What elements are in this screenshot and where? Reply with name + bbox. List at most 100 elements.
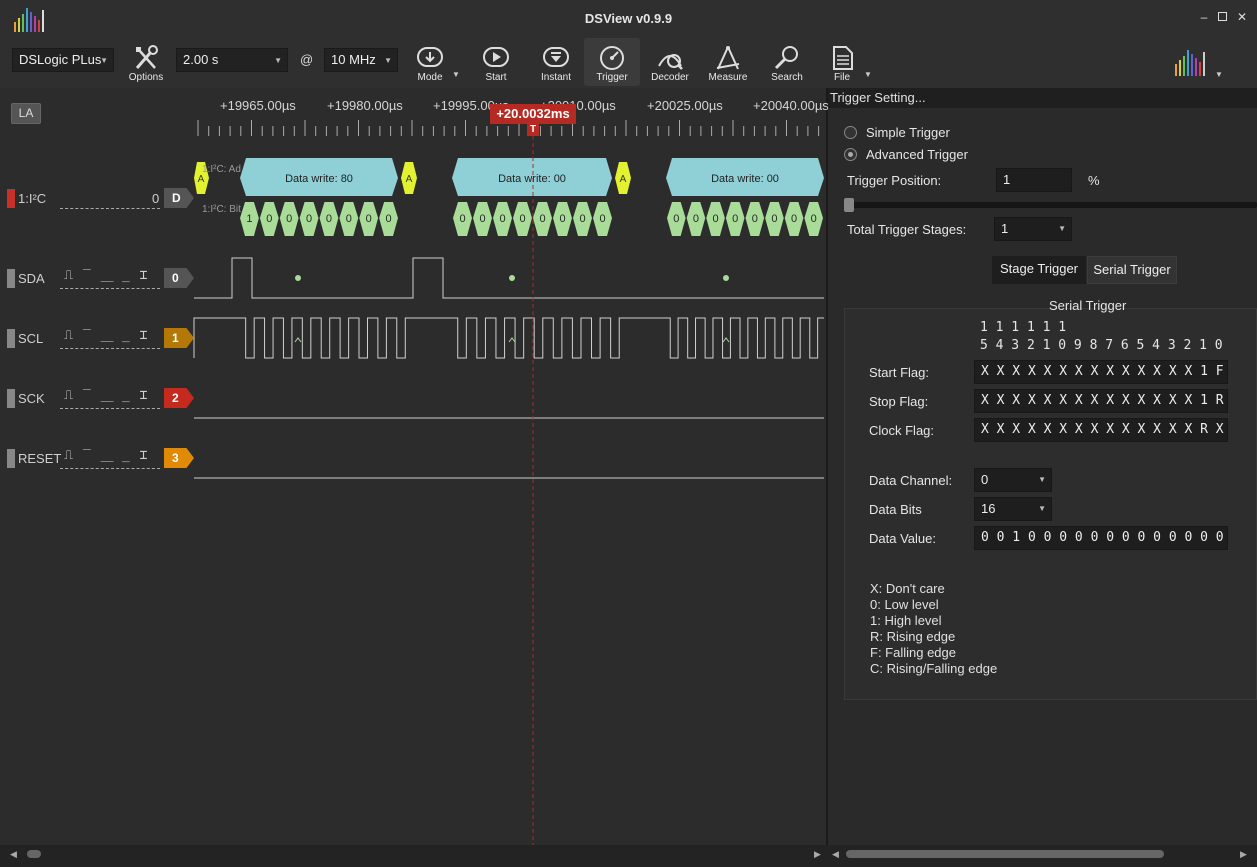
bit-label: 0 <box>791 213 797 225</box>
start-flag-input[interactable]: X X X X X X X X X X X X X X 1 F <box>974 360 1228 384</box>
bit-label: 0 <box>579 213 585 225</box>
bit-label: 0 <box>693 213 699 225</box>
bit-label: 0 <box>326 213 332 225</box>
trigger-position-slider-track[interactable] <box>844 202 1257 208</box>
sda-sample-dot <box>723 275 729 281</box>
clock-flag-label: Clock Flag: <box>869 423 935 438</box>
bit-label: 0 <box>539 213 545 225</box>
sda-sample-dot <box>509 275 515 281</box>
channel-label-sda[interactable]: SDA <box>18 271 45 286</box>
channel-color-swatch[interactable] <box>7 449 15 468</box>
data-channel-value: 0 <box>981 472 989 487</box>
bit-index-header-bottom: 5 4 3 2 1 0 9 8 7 6 5 4 3 2 1 0 <box>980 338 1223 353</box>
data-value-input[interactable]: 0 0 1 0 0 0 0 0 0 0 0 0 0 0 0 0 <box>974 526 1228 550</box>
bit-label: 0 <box>732 213 738 225</box>
trigger-cursor-marker[interactable]: T <box>527 124 539 136</box>
instant-button[interactable]: Instant <box>528 38 584 86</box>
logo-dropdown-icon[interactable]: ▼ <box>1215 70 1223 79</box>
file-icon <box>833 46 853 70</box>
play-icon <box>483 47 509 67</box>
tab-stage-trigger[interactable]: Stage Trigger <box>992 256 1086 284</box>
total-stages-select[interactable]: 1 ▼ <box>994 217 1072 241</box>
trigger-edge-icons[interactable]: ⎍ ‾ ⎽ _ ⌶ <box>64 448 148 463</box>
download-circle-icon <box>417 47 443 67</box>
decoder-label: Decoder <box>651 72 689 83</box>
start-button[interactable]: Start <box>468 38 524 86</box>
measure-button[interactable]: Measure <box>700 38 756 86</box>
compass-icon <box>716 46 740 70</box>
trigger-position-slider-handle[interactable] <box>844 198 854 212</box>
data-bits-select[interactable]: 16 ▼ <box>974 497 1052 521</box>
trigger-position-label: Trigger Position: <box>847 173 942 188</box>
duration-select[interactable]: 2.00 s ▼ <box>176 48 288 72</box>
tab-serial-trigger[interactable]: Serial Trigger <box>1087 256 1177 284</box>
minimize-icon[interactable]: – <box>1198 11 1210 23</box>
total-stages-value: 1 <box>1001 221 1009 236</box>
options-button[interactable]: Options <box>118 38 174 86</box>
legend-line: 1: High level <box>870 613 942 628</box>
samplerate-select[interactable]: 10 MHz ▼ <box>324 48 398 72</box>
trigger-cursor-label[interactable]: +20.0032ms <box>490 104 576 124</box>
file-button[interactable]: File <box>814 38 870 86</box>
bit-label: 0 <box>459 213 465 225</box>
close-icon[interactable]: ✕ <box>1236 11 1248 23</box>
data-channel-select[interactable]: 0 ▼ <box>974 468 1052 492</box>
brand-logo-icon <box>1175 46 1205 76</box>
channel-color-swatch[interactable] <box>7 189 15 208</box>
mode-dropdown-icon[interactable]: ▼ <box>452 70 460 79</box>
channel-label-scl[interactable]: SCL <box>18 331 43 346</box>
decoder-row-prefix: 1:I²C: Ad <box>202 164 241 175</box>
samplerate-value: 10 MHz <box>331 52 376 67</box>
trigger-button[interactable]: Trigger <box>584 38 640 86</box>
data-frame-label: Data write: 00 <box>498 173 566 185</box>
device-select-value: DSLogic PLus <box>19 52 102 67</box>
channel-color-swatch[interactable] <box>7 269 15 288</box>
panel-hscrollbar-handle[interactable] <box>846 850 1164 858</box>
bit-label: 0 <box>771 213 777 225</box>
bit-label: 0 <box>713 213 719 225</box>
simple-trigger-radio[interactable] <box>844 126 857 139</box>
channel-color-swatch[interactable] <box>7 389 15 408</box>
bit-label: 0 <box>673 213 679 225</box>
scl-rising-marker <box>722 337 730 343</box>
mode-button[interactable]: Mode <box>402 38 458 86</box>
file-label: File <box>833 72 851 83</box>
legend-line: R: Rising edge <box>870 629 956 644</box>
stop-flag-input[interactable]: X X X X X X X X X X X X X X 1 R <box>974 389 1228 413</box>
channel-color-swatch[interactable] <box>7 329 15 348</box>
panel-scroll-left-icon[interactable]: ◀ <box>832 849 839 860</box>
wave-hscrollbar-handle[interactable] <box>27 850 41 858</box>
window-title: DSView v0.9.9 <box>584 11 673 26</box>
trigger-position-unit: % <box>1088 173 1100 188</box>
channel-divider <box>60 288 160 289</box>
simple-trigger-label[interactable]: Simple Trigger <box>866 125 950 140</box>
decoder-button[interactable]: Decoder <box>642 38 698 86</box>
waveform-canvas[interactable]: A1:I²C: Ad1:I²C: BitData write: 80 A Data … <box>0 88 826 845</box>
advanced-trigger-radio[interactable] <box>844 148 857 161</box>
panel-scroll-right-icon[interactable]: ▶ <box>1240 849 1247 860</box>
clock-flag-input[interactable]: X X X X X X X X X X X X X X R X <box>974 418 1228 442</box>
advanced-trigger-label[interactable]: Advanced Trigger <box>866 147 968 162</box>
data-frame-label: Data write: 00 <box>711 173 779 185</box>
ack-label: A <box>198 174 205 185</box>
channel-label-reset[interactable]: RESET <box>18 451 61 466</box>
scroll-left-icon[interactable]: ◀ <box>10 849 17 860</box>
at-label: @ <box>300 52 314 67</box>
trigger-position-input[interactable]: 1 <box>996 168 1072 192</box>
trigger-edge-icons[interactable]: ⎍ ‾ ⎽ _ ⌶ <box>64 268 148 283</box>
file-dropdown-icon[interactable]: ▼ <box>864 70 872 79</box>
legend-line: X: Don't care <box>870 581 945 596</box>
search-button[interactable]: Search <box>759 38 815 86</box>
stop-flag-label: Stop Flag: <box>869 394 929 409</box>
device-select[interactable]: DSLogic PLus ▼ <box>12 48 114 72</box>
trigger-edge-icons[interactable]: ⎍ ‾ ⎽ _ ⌶ <box>64 388 148 403</box>
ack-label: A <box>406 174 413 185</box>
maximize-icon[interactable] <box>1216 11 1228 23</box>
scroll-right-icon[interactable]: ▶ <box>814 849 821 860</box>
bit-label: 0 <box>559 213 565 225</box>
bit-label: 0 <box>366 213 372 225</box>
scl-rising-marker <box>294 337 302 343</box>
channel-label-sck[interactable]: SCK <box>18 391 45 406</box>
channel-label-i2c[interactable]: 1:I²C <box>18 191 46 206</box>
trigger-edge-icons[interactable]: ⎍ ‾ ⎽ _ ⌶ <box>64 328 148 343</box>
